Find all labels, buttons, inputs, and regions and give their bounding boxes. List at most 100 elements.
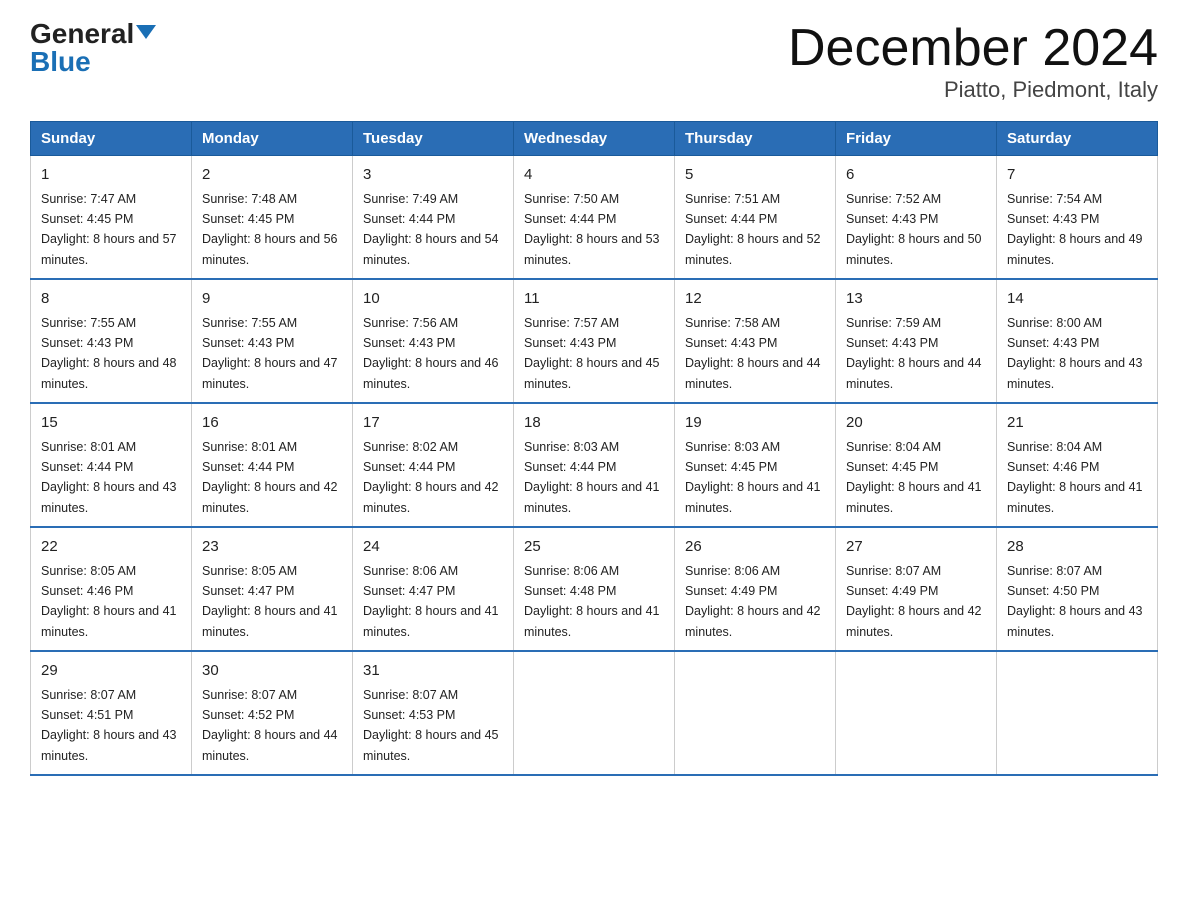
day-number: 29 xyxy=(41,660,181,683)
day-info: Sunrise: 8:04 AMSunset: 4:46 PMDaylight:… xyxy=(1007,440,1143,515)
day-of-week-header: Friday xyxy=(836,122,997,156)
day-of-week-header: Wednesday xyxy=(514,122,675,156)
day-number: 28 xyxy=(1007,536,1147,559)
calendar-cell: 1 Sunrise: 7:47 AMSunset: 4:45 PMDayligh… xyxy=(31,156,192,280)
day-info: Sunrise: 8:01 AMSunset: 4:44 PMDaylight:… xyxy=(41,440,177,515)
calendar-cell: 29 Sunrise: 8:07 AMSunset: 4:51 PMDaylig… xyxy=(31,651,192,775)
calendar-cell: 30 Sunrise: 8:07 AMSunset: 4:52 PMDaylig… xyxy=(192,651,353,775)
calendar-cell: 6 Sunrise: 7:52 AMSunset: 4:43 PMDayligh… xyxy=(836,156,997,280)
day-info: Sunrise: 7:50 AMSunset: 4:44 PMDaylight:… xyxy=(524,192,660,267)
day-of-week-header: Monday xyxy=(192,122,353,156)
calendar-cell: 9 Sunrise: 7:55 AMSunset: 4:43 PMDayligh… xyxy=(192,279,353,403)
calendar-cell: 23 Sunrise: 8:05 AMSunset: 4:47 PMDaylig… xyxy=(192,527,353,651)
day-info: Sunrise: 7:49 AMSunset: 4:44 PMDaylight:… xyxy=(363,192,499,267)
calendar-cell: 12 Sunrise: 7:58 AMSunset: 4:43 PMDaylig… xyxy=(675,279,836,403)
day-info: Sunrise: 7:48 AMSunset: 4:45 PMDaylight:… xyxy=(202,192,338,267)
calendar-body: 1 Sunrise: 7:47 AMSunset: 4:45 PMDayligh… xyxy=(31,156,1158,776)
calendar-cell: 24 Sunrise: 8:06 AMSunset: 4:47 PMDaylig… xyxy=(353,527,514,651)
calendar-header: SundayMondayTuesdayWednesdayThursdayFrid… xyxy=(31,122,1158,156)
calendar-week-row: 1 Sunrise: 7:47 AMSunset: 4:45 PMDayligh… xyxy=(31,156,1158,280)
calendar-title: December 2024 xyxy=(788,20,1158,77)
day-info: Sunrise: 7:58 AMSunset: 4:43 PMDaylight:… xyxy=(685,316,821,391)
day-of-week-header: Tuesday xyxy=(353,122,514,156)
calendar-cell: 22 Sunrise: 8:05 AMSunset: 4:46 PMDaylig… xyxy=(31,527,192,651)
calendar-cell: 14 Sunrise: 8:00 AMSunset: 4:43 PMDaylig… xyxy=(997,279,1158,403)
calendar-title-block: December 2024 Piatto, Piedmont, Italy xyxy=(788,20,1158,103)
day-info: Sunrise: 8:07 AMSunset: 4:53 PMDaylight:… xyxy=(363,688,499,763)
day-number: 19 xyxy=(685,412,825,435)
day-number: 14 xyxy=(1007,288,1147,311)
day-number: 5 xyxy=(685,164,825,187)
calendar-week-row: 29 Sunrise: 8:07 AMSunset: 4:51 PMDaylig… xyxy=(31,651,1158,775)
days-of-week-row: SundayMondayTuesdayWednesdayThursdayFrid… xyxy=(31,122,1158,156)
day-info: Sunrise: 8:03 AMSunset: 4:45 PMDaylight:… xyxy=(685,440,821,515)
day-info: Sunrise: 8:05 AMSunset: 4:46 PMDaylight:… xyxy=(41,564,177,639)
calendar-cell: 10 Sunrise: 7:56 AMSunset: 4:43 PMDaylig… xyxy=(353,279,514,403)
day-info: Sunrise: 8:01 AMSunset: 4:44 PMDaylight:… xyxy=(202,440,338,515)
logo-blue-text: Blue xyxy=(30,48,91,76)
day-number: 21 xyxy=(1007,412,1147,435)
day-number: 12 xyxy=(685,288,825,311)
day-info: Sunrise: 8:06 AMSunset: 4:48 PMDaylight:… xyxy=(524,564,660,639)
day-of-week-header: Thursday xyxy=(675,122,836,156)
day-number: 7 xyxy=(1007,164,1147,187)
day-info: Sunrise: 8:07 AMSunset: 4:51 PMDaylight:… xyxy=(41,688,177,763)
calendar-cell: 8 Sunrise: 7:55 AMSunset: 4:43 PMDayligh… xyxy=(31,279,192,403)
logo-general-text: General xyxy=(30,20,134,48)
day-number: 30 xyxy=(202,660,342,683)
day-info: Sunrise: 7:52 AMSunset: 4:43 PMDaylight:… xyxy=(846,192,982,267)
day-number: 15 xyxy=(41,412,181,435)
calendar-cell: 27 Sunrise: 8:07 AMSunset: 4:49 PMDaylig… xyxy=(836,527,997,651)
calendar-cell: 20 Sunrise: 8:04 AMSunset: 4:45 PMDaylig… xyxy=(836,403,997,527)
page-header: General Blue December 2024 Piatto, Piedm… xyxy=(30,20,1158,103)
day-info: Sunrise: 7:51 AMSunset: 4:44 PMDaylight:… xyxy=(685,192,821,267)
logo: General Blue xyxy=(30,20,156,76)
day-info: Sunrise: 7:55 AMSunset: 4:43 PMDaylight:… xyxy=(202,316,338,391)
day-number: 2 xyxy=(202,164,342,187)
day-number: 6 xyxy=(846,164,986,187)
calendar-cell: 2 Sunrise: 7:48 AMSunset: 4:45 PMDayligh… xyxy=(192,156,353,280)
day-info: Sunrise: 7:56 AMSunset: 4:43 PMDaylight:… xyxy=(363,316,499,391)
day-number: 16 xyxy=(202,412,342,435)
calendar-cell: 11 Sunrise: 7:57 AMSunset: 4:43 PMDaylig… xyxy=(514,279,675,403)
calendar-cell: 15 Sunrise: 8:01 AMSunset: 4:44 PMDaylig… xyxy=(31,403,192,527)
day-info: Sunrise: 8:03 AMSunset: 4:44 PMDaylight:… xyxy=(524,440,660,515)
calendar-cell: 17 Sunrise: 8:02 AMSunset: 4:44 PMDaylig… xyxy=(353,403,514,527)
day-number: 31 xyxy=(363,660,503,683)
day-info: Sunrise: 8:04 AMSunset: 4:45 PMDaylight:… xyxy=(846,440,982,515)
calendar-week-row: 22 Sunrise: 8:05 AMSunset: 4:46 PMDaylig… xyxy=(31,527,1158,651)
calendar-cell: 25 Sunrise: 8:06 AMSunset: 4:48 PMDaylig… xyxy=(514,527,675,651)
calendar-table: SundayMondayTuesdayWednesdayThursdayFrid… xyxy=(30,121,1158,776)
calendar-cell xyxy=(836,651,997,775)
day-number: 11 xyxy=(524,288,664,311)
day-number: 18 xyxy=(524,412,664,435)
day-number: 17 xyxy=(363,412,503,435)
day-info: Sunrise: 8:05 AMSunset: 4:47 PMDaylight:… xyxy=(202,564,338,639)
day-number: 25 xyxy=(524,536,664,559)
calendar-cell: 31 Sunrise: 8:07 AMSunset: 4:53 PMDaylig… xyxy=(353,651,514,775)
calendar-cell: 5 Sunrise: 7:51 AMSunset: 4:44 PMDayligh… xyxy=(675,156,836,280)
calendar-cell: 21 Sunrise: 8:04 AMSunset: 4:46 PMDaylig… xyxy=(997,403,1158,527)
calendar-cell xyxy=(997,651,1158,775)
day-number: 24 xyxy=(363,536,503,559)
logo-triangle-icon xyxy=(136,25,156,39)
day-number: 3 xyxy=(363,164,503,187)
day-number: 8 xyxy=(41,288,181,311)
day-info: Sunrise: 8:02 AMSunset: 4:44 PMDaylight:… xyxy=(363,440,499,515)
calendar-cell: 28 Sunrise: 8:07 AMSunset: 4:50 PMDaylig… xyxy=(997,527,1158,651)
day-number: 13 xyxy=(846,288,986,311)
calendar-cell: 26 Sunrise: 8:06 AMSunset: 4:49 PMDaylig… xyxy=(675,527,836,651)
day-of-week-header: Saturday xyxy=(997,122,1158,156)
day-number: 27 xyxy=(846,536,986,559)
day-number: 23 xyxy=(202,536,342,559)
calendar-subtitle: Piatto, Piedmont, Italy xyxy=(788,77,1158,103)
day-info: Sunrise: 7:57 AMSunset: 4:43 PMDaylight:… xyxy=(524,316,660,391)
day-info: Sunrise: 8:07 AMSunset: 4:49 PMDaylight:… xyxy=(846,564,982,639)
day-info: Sunrise: 8:06 AMSunset: 4:47 PMDaylight:… xyxy=(363,564,499,639)
calendar-cell: 13 Sunrise: 7:59 AMSunset: 4:43 PMDaylig… xyxy=(836,279,997,403)
day-info: Sunrise: 8:06 AMSunset: 4:49 PMDaylight:… xyxy=(685,564,821,639)
calendar-cell: 19 Sunrise: 8:03 AMSunset: 4:45 PMDaylig… xyxy=(675,403,836,527)
day-info: Sunrise: 7:55 AMSunset: 4:43 PMDaylight:… xyxy=(41,316,177,391)
calendar-cell: 18 Sunrise: 8:03 AMSunset: 4:44 PMDaylig… xyxy=(514,403,675,527)
day-number: 9 xyxy=(202,288,342,311)
